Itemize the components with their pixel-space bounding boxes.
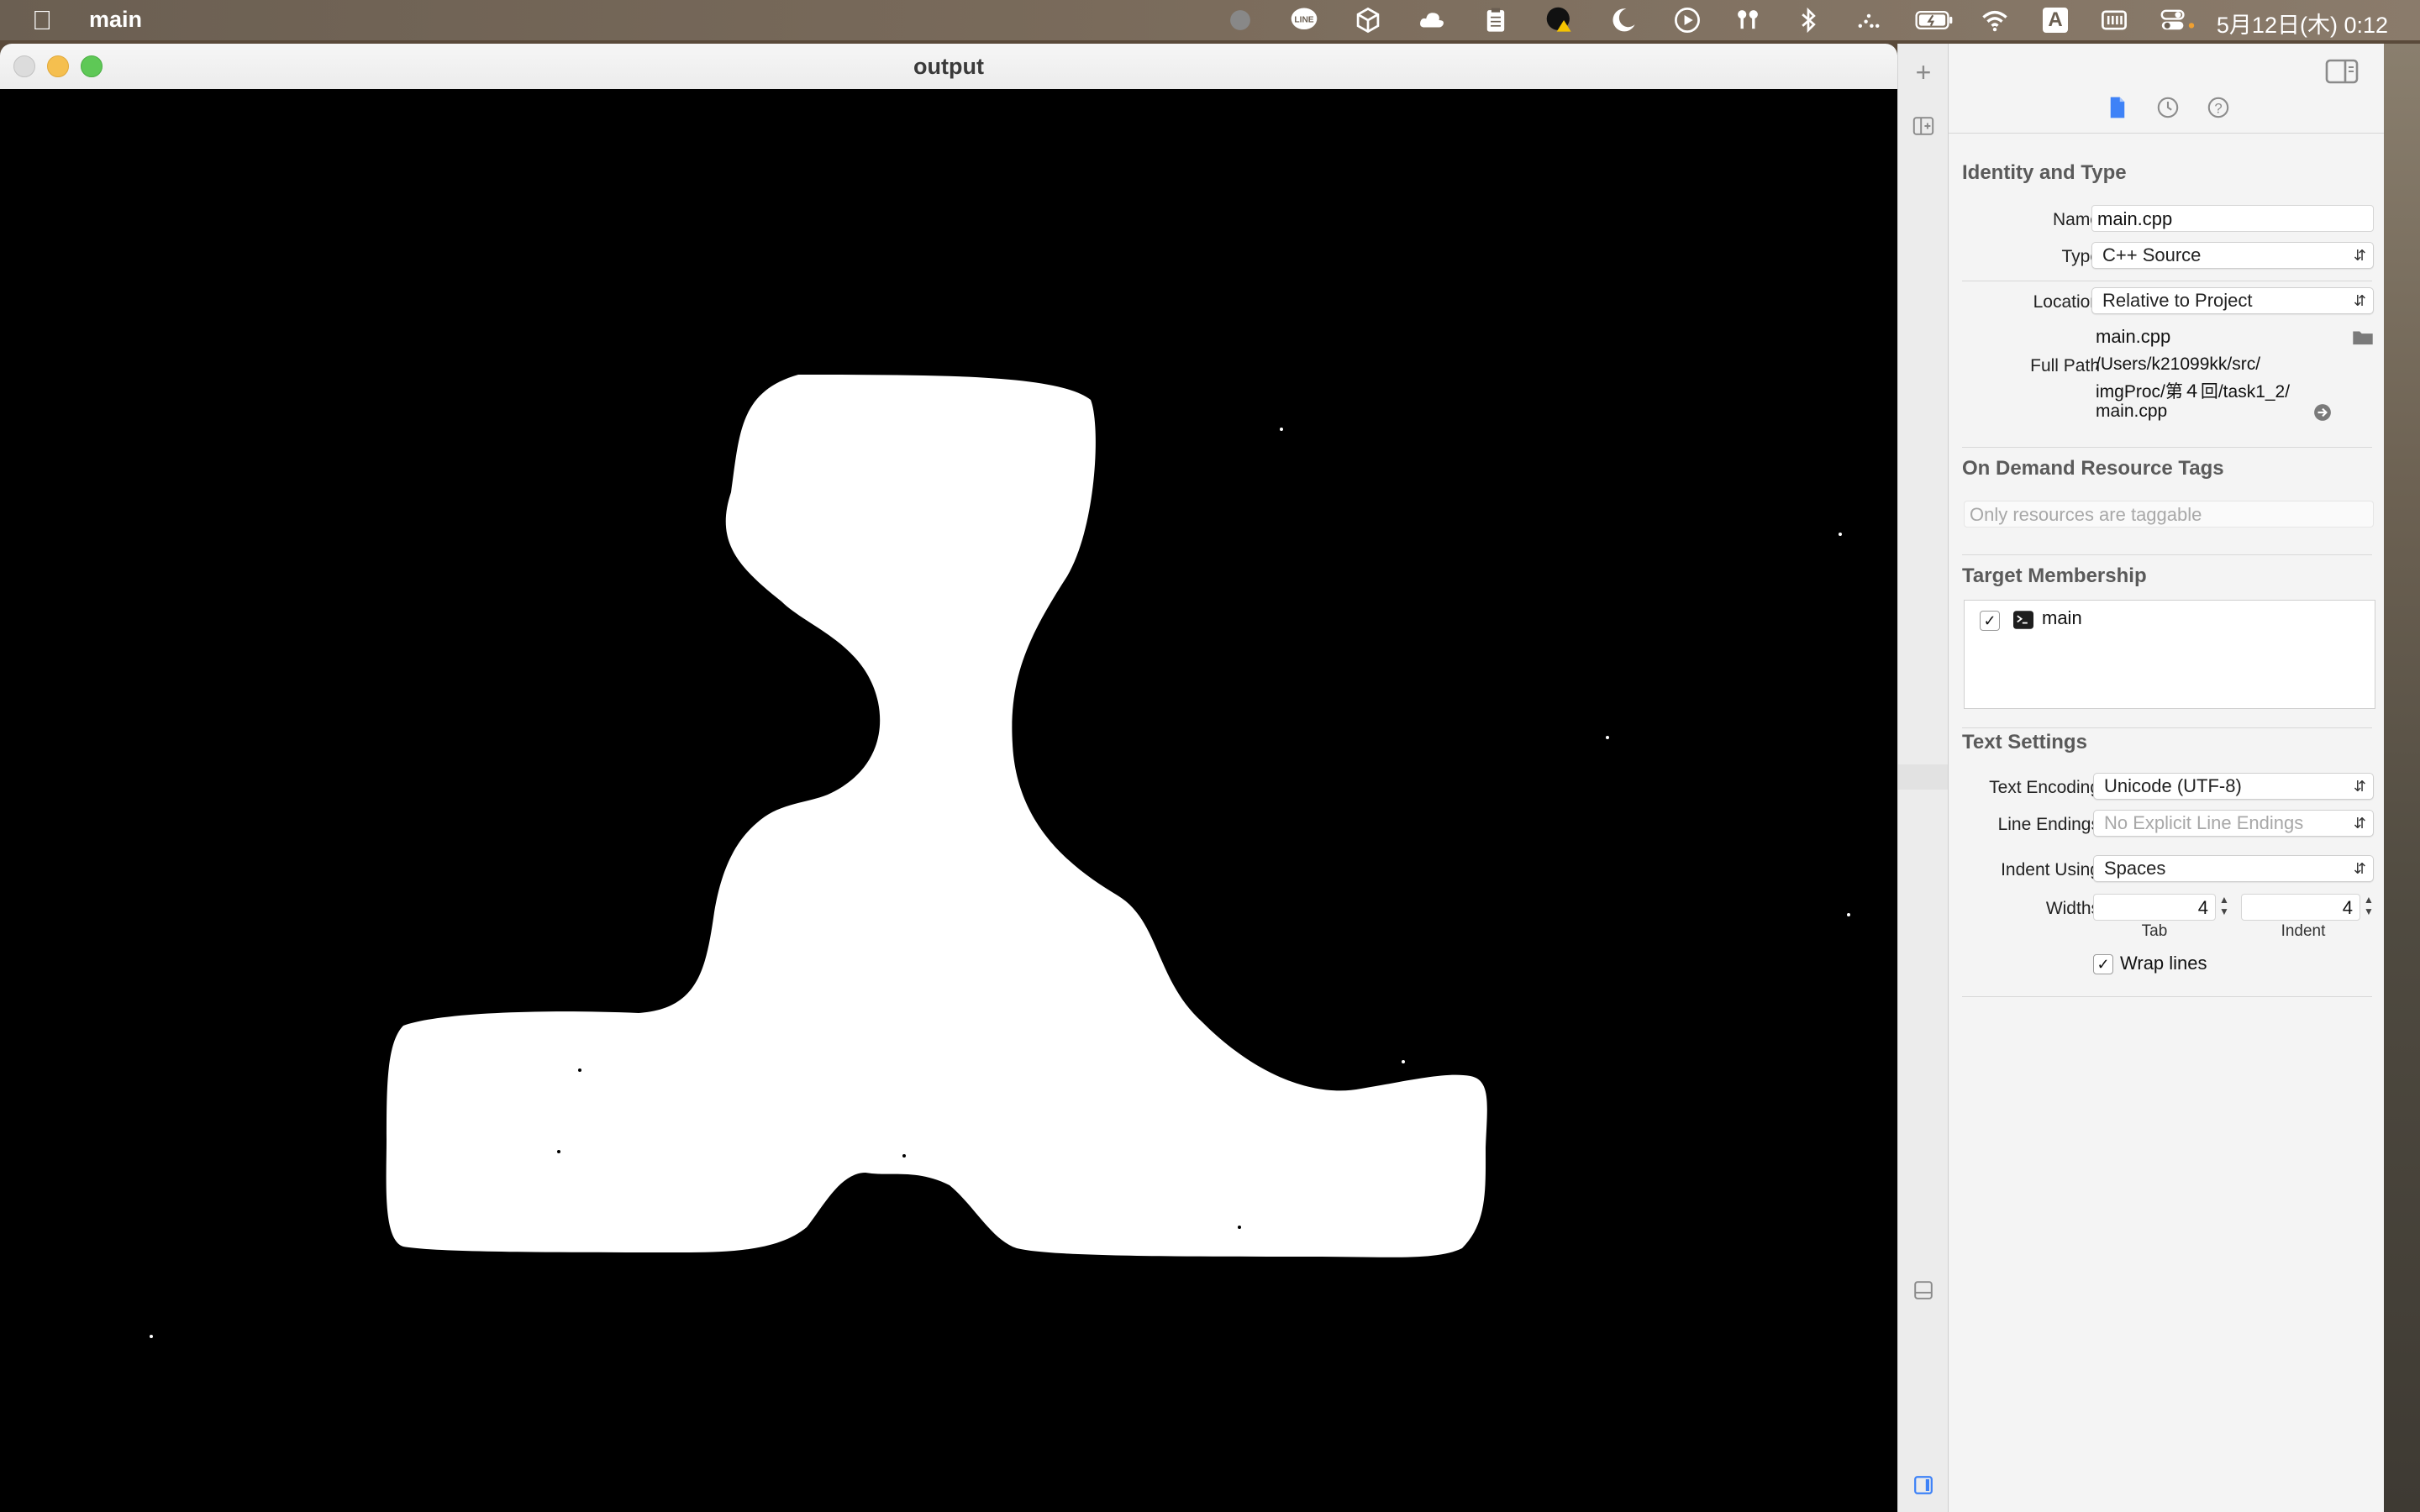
reveal-arrow-icon[interactable] — [2313, 403, 2332, 422]
indent-using-value: Spaces — [2104, 858, 2166, 879]
location-label: Location — [2033, 292, 2100, 312]
desktop-wallpaper — [2383, 44, 2420, 1512]
terminal-target-icon — [2013, 611, 2033, 629]
menubar-clock[interactable]: 5月12日(木) 0:12 — [2217, 7, 2388, 39]
target-main-label: main — [2042, 607, 2082, 628]
full-path-line-1: /Users/k21099kk/src/ — [2096, 354, 2261, 374]
bluetooth-icon[interactable] — [1791, 0, 1825, 40]
output-window-title: output — [913, 54, 984, 79]
chevron-updown-icon: ⇵ — [2353, 247, 2366, 264]
target-membership-section-title: Target Membership — [1962, 564, 2147, 587]
line-endings-label: Line Endings — [1997, 815, 2100, 834]
help-inspector-tab-icon[interactable]: ? — [2206, 96, 2231, 121]
location-popup-value: Relative to Project — [2102, 290, 2253, 311]
text-encoding-label: Text Encoding — [1989, 778, 2100, 797]
output-window-titlebar[interactable]: output — [0, 44, 1897, 90]
menu-bar:  main LINE A 5月12日(木) 0:12 — [0, 0, 2420, 40]
name-label: Name — [2052, 210, 2100, 229]
divider — [1962, 996, 2372, 997]
tab-caption: Tab — [2141, 922, 2168, 940]
svg-text:?: ? — [2214, 100, 2222, 116]
target-membership-list: ✓ main — [1964, 600, 2375, 709]
type-popup[interactable]: C++ Source ⇵ — [2091, 242, 2374, 269]
folder-icon[interactable] — [2352, 328, 2374, 346]
chevron-updown-icon: ⇵ — [2353, 292, 2366, 309]
box-icon[interactable] — [1351, 0, 1385, 40]
xcode-editor-strip: + — [1897, 44, 1949, 1512]
text-encoding-value: Unicode (UTF-8) — [2104, 775, 2242, 796]
play-icon[interactable] — [1670, 0, 1704, 40]
inspector-toggle-icon[interactable] — [1910, 1473, 1937, 1500]
name-field[interactable]: main.cpp — [2091, 205, 2374, 232]
text-encoding-popup[interactable]: Unicode (UTF-8) ⇵ — [2093, 773, 2374, 800]
warning-profile-icon[interactable] — [1543, 0, 1576, 40]
svg-text:LINE: LINE — [1294, 16, 1313, 25]
wrap-lines-checkbox[interactable]: ✓ — [2093, 954, 2113, 974]
full-path-line-2: imgProc/第４回/task1_2/ — [2096, 382, 2291, 402]
input-source-label: A — [2043, 8, 2068, 33]
location-file-name: main.cpp — [2096, 326, 2171, 347]
add-icon[interactable]: + — [1910, 59, 1937, 86]
control-center-icon[interactable] — [2156, 0, 2200, 40]
line-endings-value: No Explicit Line Endings — [2104, 812, 2304, 833]
editor-line-highlight — [1898, 764, 1949, 790]
indent-using-label: Indent Using — [2001, 860, 2100, 879]
divider — [1962, 554, 2372, 555]
file-inspector-tab-icon[interactable] — [2105, 96, 2130, 121]
output-window: output — [0, 44, 1897, 1512]
full-path-label: Full Path — [2030, 356, 2100, 375]
widths-label: Widths — [2045, 899, 2100, 918]
target-main-checkbox[interactable]: ✓ — [1980, 611, 2000, 631]
menubar-status-icons: LINE A — [1223, 0, 2200, 40]
tab-width-field[interactable]: 4 — [2093, 894, 2216, 921]
line-icon[interactable]: LINE — [1287, 0, 1321, 40]
debug-area-icon[interactable] — [1910, 1278, 1937, 1305]
location-popup[interactable]: Relative to Project ⇵ — [2091, 287, 2374, 314]
history-inspector-tab-icon[interactable] — [2155, 96, 2181, 121]
tab-width-stepper[interactable]: ▲ ▼ — [2217, 894, 2231, 921]
keyboard-icon[interactable] — [2097, 0, 2131, 40]
record-icon[interactable] — [1223, 0, 1257, 40]
input-source-icon[interactable]: A — [2039, 0, 2072, 40]
indent-caption: Indent — [2281, 922, 2326, 940]
app-menu-name[interactable]: main — [89, 7, 142, 33]
chevron-updown-icon: ⇵ — [2353, 860, 2366, 877]
type-label: Type — [2061, 247, 2100, 266]
wifi-icon[interactable] — [1978, 0, 2012, 40]
file-inspector: ? Identity and Type Name main.cpp Type C… — [1948, 44, 2384, 1512]
inspector-tabs: ? — [1949, 84, 2384, 134]
output-image-canvas — [0, 89, 1897, 1512]
type-popup-value: C++ Source — [2102, 244, 2202, 265]
indent-width-field[interactable]: 4 — [2241, 894, 2360, 921]
cloud-icon[interactable] — [1415, 0, 1449, 40]
divider — [1962, 727, 2372, 728]
airpods-icon[interactable] — [1731, 0, 1765, 40]
apple-menu-icon[interactable]:  — [32, 5, 52, 36]
text-settings-section-title: Text Settings — [1962, 731, 2087, 753]
moon-icon[interactable] — [1607, 0, 1640, 40]
dots-icon[interactable] — [1852, 0, 1886, 40]
sidebar-right-icon[interactable] — [2325, 59, 2359, 84]
battery-icon[interactable] — [1912, 0, 1956, 40]
full-path-line-3: main.cpp — [2096, 402, 2168, 421]
inspector-toolbar — [1949, 44, 2384, 84]
on-demand-section-title: On Demand Resource Tags — [1962, 457, 2224, 480]
indent-using-popup[interactable]: Spaces ⇵ — [2093, 855, 2374, 882]
line-endings-popup[interactable]: No Explicit Line Endings ⇵ — [2093, 810, 2374, 837]
add-editor-icon[interactable] — [1910, 114, 1937, 141]
identity-section-title: Identity and Type — [1962, 161, 2127, 184]
resource-tags-field[interactable]: Only resources are taggable — [1964, 501, 2374, 528]
chevron-updown-icon: ⇵ — [2353, 778, 2366, 795]
wrap-lines-label: Wrap lines — [2120, 953, 2207, 974]
divider — [1962, 447, 2372, 448]
binary-shape-image — [0, 89, 1897, 1512]
chevron-updown-icon: ⇵ — [2353, 815, 2366, 832]
indent-width-stepper[interactable]: ▲ ▼ — [2362, 894, 2375, 921]
clipboard-icon[interactable] — [1479, 0, 1512, 40]
